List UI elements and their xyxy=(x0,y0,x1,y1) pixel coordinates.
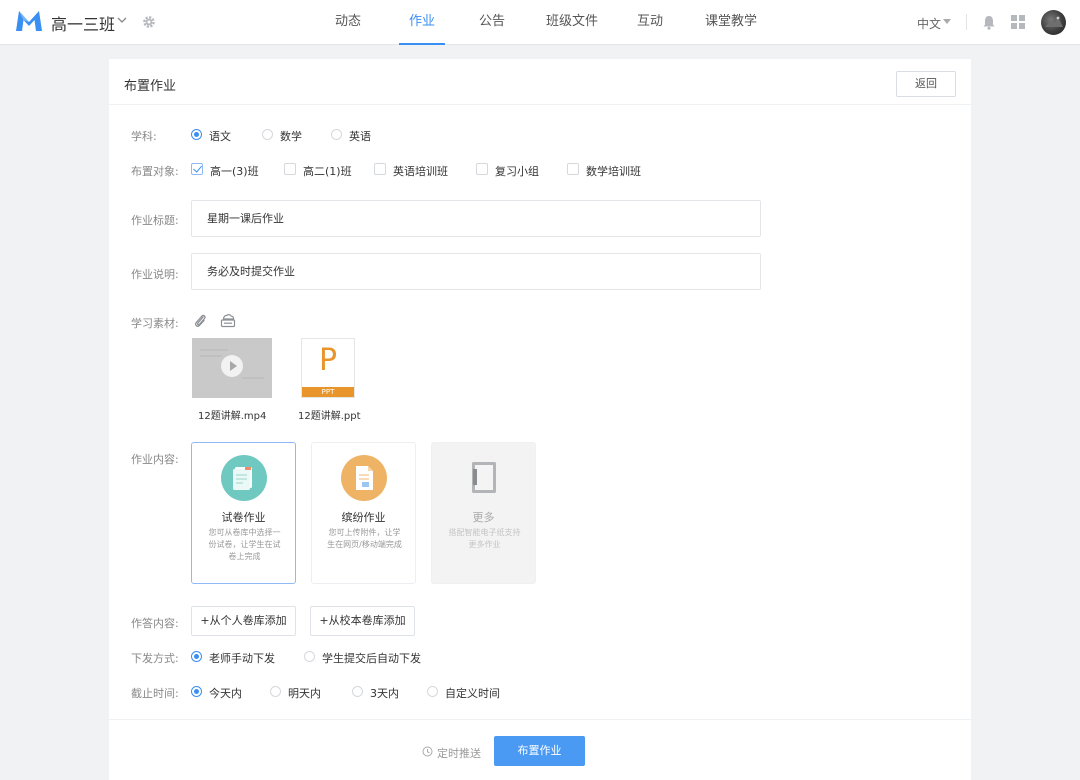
file-name-ppt[interactable]: 12题讲解.ppt xyxy=(298,407,361,422)
nav-tab-news[interactable]: 动态 xyxy=(330,0,366,45)
homework-type-description: 您可从卷库中选择一份试卷，让学生在试卷上完成 xyxy=(208,528,281,561)
option-target-english-training[interactable]: 英语培训班 xyxy=(393,163,448,179)
materials-label: 学习素材: xyxy=(131,317,179,330)
homework-type-title: 试卷作业 xyxy=(221,511,266,524)
radio-subject-chinese[interactable] xyxy=(191,129,202,140)
option-target-class-2-1[interactable]: 高二(1)班 xyxy=(303,163,352,179)
document-attachment-icon xyxy=(356,466,373,490)
clock-icon[interactable] xyxy=(422,746,433,757)
radio-subject-english[interactable] xyxy=(331,129,342,140)
tablet-icon xyxy=(472,462,496,493)
e-paper-device-icon xyxy=(461,455,507,501)
answer-content-label: 作答内容: xyxy=(131,617,179,630)
logo-icon[interactable] xyxy=(15,9,43,33)
option-delivery-manual[interactable]: 老师手动下发 xyxy=(209,650,275,666)
nav-tab-class-files[interactable]: 班级文件 xyxy=(544,0,600,45)
option-deadline-today[interactable]: 今天内 xyxy=(209,685,242,701)
homework-type-description: 您可上传附件，让学生在网页/移动端完成 xyxy=(327,528,402,549)
ppt-badge: PPT xyxy=(302,387,354,397)
option-deadline-custom[interactable]: 自定义时间 xyxy=(445,685,500,701)
homework-type-more: 更多 搭配智能电子纸支持更多作业 xyxy=(431,442,536,584)
nav-tab-interaction[interactable]: 互动 xyxy=(632,0,668,45)
radio-subject-math[interactable] xyxy=(262,129,273,140)
homework-type-test-paper[interactable]: 试卷作业 您可从卷库中选择一份试卷，让学生在试卷上完成 xyxy=(191,442,296,584)
radio-delivery-auto[interactable] xyxy=(304,651,315,662)
grid-apps-icon[interactable] xyxy=(1011,15,1025,29)
option-delivery-auto[interactable]: 学生提交后自动下发 xyxy=(322,650,421,666)
homework-type-colorful[interactable]: 缤纷作业 您可上传附件，让学生在网页/移动端完成 xyxy=(311,442,416,584)
checkbox-target-class-2-1[interactable] xyxy=(284,163,296,175)
back-button[interactable]: 返回 xyxy=(896,71,956,97)
file-name-video[interactable]: 12题讲解.mp4 xyxy=(198,407,266,422)
radio-deadline-tomorrow[interactable] xyxy=(270,686,281,697)
homework-type-title: 缤纷作业 xyxy=(341,511,386,524)
ppt-thumbnail[interactable]: P PPT xyxy=(301,338,355,398)
option-subject-math[interactable]: 数学 xyxy=(280,128,302,144)
homework-title-input[interactable]: 星期一课后作业 xyxy=(191,200,761,237)
add-from-personal-bank-button[interactable]: +从个人卷库添加 xyxy=(191,606,296,636)
video-thumbnail[interactable] xyxy=(192,338,272,398)
ppt-file-icon: P xyxy=(318,343,338,378)
radio-deadline-today[interactable] xyxy=(191,686,202,697)
paperclip-icon[interactable] xyxy=(193,313,207,328)
bell-icon[interactable] xyxy=(982,15,996,30)
play-icon[interactable] xyxy=(221,355,243,377)
homework-title-label: 作业标题: xyxy=(131,214,179,227)
nav-tab-classroom[interactable]: 课堂教学 xyxy=(703,0,759,45)
option-subject-english[interactable]: 英语 xyxy=(349,128,371,144)
language-selector[interactable]: 中文 xyxy=(917,15,941,32)
nav-tab-homework[interactable]: 作业 xyxy=(404,0,440,45)
radio-deadline-custom[interactable] xyxy=(427,686,438,697)
nav-tab-announcement[interactable]: 公告 xyxy=(474,0,510,45)
deadline-label: 截止时间: xyxy=(131,687,179,700)
homework-type-title: 更多 xyxy=(472,511,495,524)
homework-description-label: 作业说明: xyxy=(131,268,179,281)
homework-type-description: 搭配智能电子纸支持更多作业 xyxy=(448,528,521,549)
checkbox-target-review-group[interactable] xyxy=(476,163,488,175)
card-header: 布置作业 返回 xyxy=(109,59,971,105)
option-target-class-1-3[interactable]: 高一(3)班 xyxy=(210,163,259,179)
form-footer: 定时推送 布置作业 xyxy=(109,719,971,780)
gear-icon[interactable] xyxy=(142,15,156,29)
option-subject-chinese[interactable]: 语文 xyxy=(209,128,231,144)
checkbox-target-english-training[interactable] xyxy=(374,163,386,175)
delivery-label: 下发方式: xyxy=(131,652,179,665)
option-target-review-group[interactable]: 复习小组 xyxy=(495,163,539,179)
document-scroll-icon xyxy=(233,467,252,490)
checkbox-target-math-training[interactable] xyxy=(567,163,579,175)
chevron-down-icon[interactable] xyxy=(117,15,127,25)
avatar[interactable] xyxy=(1041,10,1066,35)
test-paper-icon xyxy=(221,455,267,501)
divider xyxy=(966,14,967,30)
page-title: 布置作业 xyxy=(124,79,177,94)
assign-homework-card: 布置作业 返回 学科: 语文 数学 英语 布置对象: 高一(3)班 高二(1)班… xyxy=(109,59,971,780)
add-from-school-bank-button[interactable]: +从校本卷库添加 xyxy=(310,606,415,636)
class-name[interactable]: 高一三班 xyxy=(51,11,115,35)
assign-homework-button[interactable]: 布置作业 xyxy=(494,736,585,766)
content-label: 作业内容: xyxy=(131,453,179,466)
subject-label: 学科: xyxy=(131,130,157,143)
option-target-math-training[interactable]: 数学培训班 xyxy=(586,163,641,179)
homework-description-input[interactable]: 务必及时提交作业 xyxy=(191,253,761,290)
checkbox-target-class-1-3[interactable] xyxy=(191,163,203,175)
radio-delivery-manual[interactable] xyxy=(191,651,202,662)
scheduled-push-link[interactable]: 定时推送 xyxy=(437,745,481,761)
target-label: 布置对象: xyxy=(131,165,179,178)
option-deadline-3-days[interactable]: 3天内 xyxy=(370,685,399,701)
radio-deadline-3-days[interactable] xyxy=(352,686,363,697)
active-tab-indicator xyxy=(399,43,445,45)
option-deadline-tomorrow[interactable]: 明天内 xyxy=(288,685,321,701)
colorful-homework-icon xyxy=(341,455,387,501)
caret-down-icon[interactable] xyxy=(943,19,951,24)
avatar-image-icon xyxy=(1045,16,1063,27)
cloud-drive-icon[interactable] xyxy=(220,313,236,328)
top-navigation-bar: 高一三班 动态 作业 公告 班级文件 互动 课堂教学 中文 xyxy=(0,0,1080,45)
